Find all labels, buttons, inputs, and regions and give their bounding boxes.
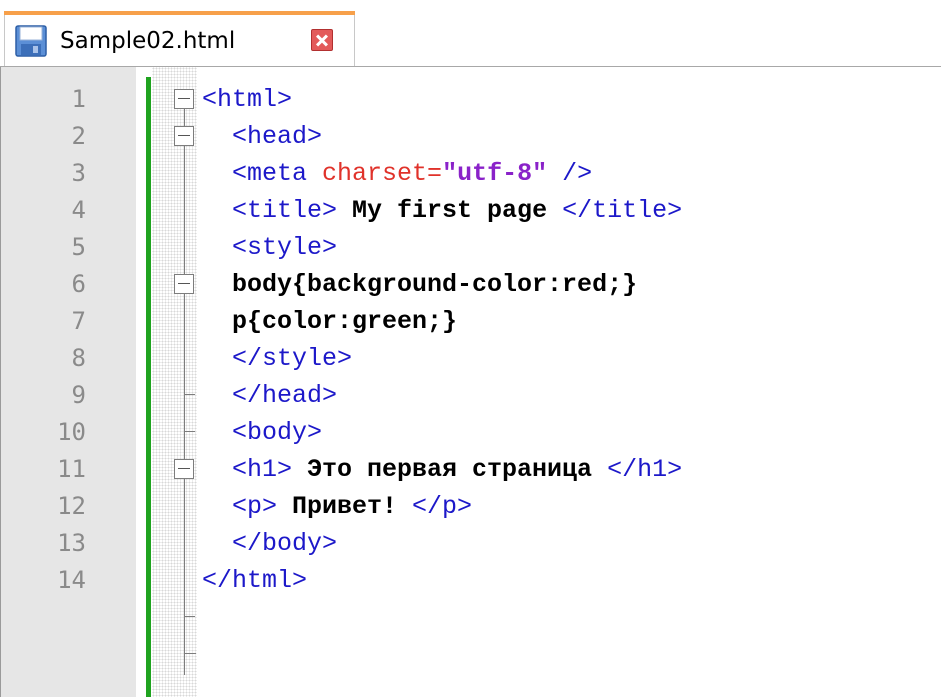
- line-number: 1: [71, 85, 86, 113]
- code-token: </style>: [202, 344, 353, 373]
- line-number: 8: [71, 344, 86, 372]
- line-number: 6: [71, 270, 86, 298]
- fold-toggle-icon[interactable]: [174, 274, 194, 294]
- line-number: 3: [71, 159, 86, 187]
- code-token: Это первая страница: [292, 455, 608, 484]
- save-disk-icon: [15, 25, 47, 57]
- code-token: </head>: [202, 381, 338, 410]
- line-number-gutter: 1 2 3 4 5 6 7 8 9 10 11 12 13 14: [0, 67, 136, 697]
- fold-toggle-icon[interactable]: [174, 89, 194, 109]
- code-token: <h1>: [202, 455, 293, 484]
- code-token: </body>: [202, 529, 338, 558]
- code-line[interactable]: <p> Привет! </p>: [202, 488, 682, 525]
- code-text[interactable]: <html> <head> <meta charset="utf-8" /> <…: [202, 81, 682, 599]
- code-line[interactable]: </style>: [202, 340, 682, 377]
- line-number: 11: [57, 455, 86, 483]
- code-token: <p>: [202, 492, 278, 521]
- code-token: <head>: [202, 122, 323, 151]
- line-numbers: 1 2 3 4 5 6 7 8 9 10 11 12 13 14: [1, 81, 133, 599]
- line-number: 12: [57, 492, 86, 520]
- fold-margin: [152, 67, 197, 697]
- tab-sample02[interactable]: Sample02.html: [4, 11, 355, 66]
- line-number: 4: [71, 196, 86, 224]
- code-line[interactable]: </html>: [202, 562, 682, 599]
- code-line[interactable]: <style>: [202, 229, 682, 266]
- line-number: 10: [57, 418, 86, 446]
- fold-end-tick: [184, 431, 195, 432]
- code-editor[interactable]: 1 2 3 4 5 6 7 8 9 10 11 12 13 14 <html> <head> <meta …: [0, 66, 941, 697]
- fold-toggle-icon[interactable]: [174, 126, 194, 146]
- line-number: 7: [71, 307, 86, 335]
- code-token: </title>: [562, 196, 683, 225]
- code-token: charset=: [322, 159, 443, 188]
- code-token: <meta: [202, 159, 323, 188]
- line-number: 13: [57, 529, 86, 557]
- code-token: <style>: [202, 233, 338, 262]
- code-line[interactable]: body{background-color:red;}: [202, 266, 682, 303]
- code-token: <title>: [202, 196, 338, 225]
- fold-end-corner: [184, 642, 196, 654]
- close-icon[interactable]: [311, 29, 333, 51]
- code-line[interactable]: <title> My first page </title>: [202, 192, 682, 229]
- code-token: body{background-color:red;}: [202, 270, 638, 299]
- tab-bar: Sample02.html: [0, 0, 941, 66]
- code-line[interactable]: <body>: [202, 414, 682, 451]
- code-line[interactable]: <h1> Это первая страница </h1>: [202, 451, 682, 488]
- line-number: 2: [71, 122, 86, 150]
- code-token: />: [547, 159, 593, 188]
- line-number: 14: [57, 566, 86, 594]
- code-token: "utf-8": [442, 159, 548, 188]
- code-token: p{color:green;}: [202, 307, 458, 336]
- code-token: </html>: [202, 566, 308, 595]
- code-token: </p>: [412, 492, 473, 521]
- line-number: 5: [71, 233, 86, 261]
- line-number: 9: [71, 381, 86, 409]
- code-line[interactable]: p{color:green;}: [202, 303, 682, 340]
- change-history-bar: [146, 77, 151, 697]
- code-token: <body>: [202, 418, 323, 447]
- code-token: Привет!: [277, 492, 413, 521]
- code-line[interactable]: </body>: [202, 525, 682, 562]
- fold-guide-line: [184, 99, 185, 675]
- code-token: </h1>: [607, 455, 683, 484]
- tab-filename: Sample02.html: [60, 28, 236, 54]
- code-line[interactable]: <meta charset="utf-8" />: [202, 155, 682, 192]
- code-token: My first page: [337, 196, 563, 225]
- fold-end-tick: [184, 394, 195, 395]
- code-line[interactable]: </head>: [202, 377, 682, 414]
- code-line[interactable]: <head>: [202, 118, 682, 155]
- fold-end-tick: [184, 616, 195, 617]
- code-line[interactable]: <html>: [202, 81, 682, 118]
- fold-toggle-icon[interactable]: [174, 459, 194, 479]
- code-token: <html>: [202, 85, 293, 114]
